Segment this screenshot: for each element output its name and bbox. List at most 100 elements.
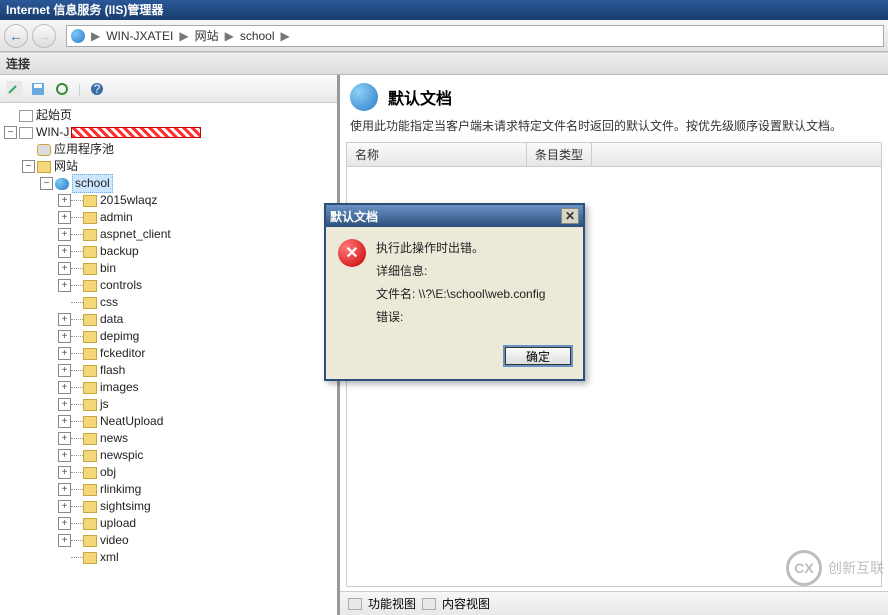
tree-folder-label: xml [100,549,119,566]
tree-folder-upload[interactable]: +upload [2,515,335,532]
expand-icon[interactable]: + [58,466,71,479]
expand-icon[interactable]: + [58,449,71,462]
window-titlebar: Internet 信息服务 (IIS)管理器 [0,0,888,20]
dialog-titlebar[interactable]: 默认文档 ✕ [326,205,583,227]
expand-icon[interactable]: + [58,330,71,343]
expand-icon[interactable]: + [58,262,71,275]
expand-icon[interactable]: + [58,415,71,428]
page-icon [19,110,33,122]
redacted-hostname [71,127,201,138]
tree-folder-rlinkimg[interactable]: + rlinkimg [2,481,335,498]
forward-button[interactable]: → [32,24,56,48]
tree-folder-sightsimg[interactable]: +sightsimg [2,498,335,515]
close-icon: ✕ [565,209,575,223]
tree-folder-obj[interactable]: +obj [2,464,335,481]
folder-icon [83,467,97,479]
folder-icon [83,382,97,394]
folder-icon [83,297,97,309]
expand-icon[interactable]: + [58,534,71,547]
folder-icon [83,484,97,496]
tree-folder-2015wlaqz[interactable]: +2015wlaqz [2,192,335,209]
folder-icon [83,195,97,207]
expand-icon[interactable]: + [58,432,71,445]
tree-folder-bin[interactable]: +bin [2,260,335,277]
tree-host[interactable]: WIN-J [36,124,69,141]
expand-icon[interactable]: + [58,228,71,241]
tree-folder-backup[interactable]: +backup [2,243,335,260]
tree-folder-NeatUpload[interactable]: +NeatUpload [2,413,335,430]
tree-folder-label: newspic [100,447,143,464]
expand-icon[interactable]: + [58,381,71,394]
page-title: 默认文档 [388,85,452,109]
tree-folder-video[interactable]: +video [2,532,335,549]
nav-toolbar: ← → ▶ WIN-JXATEI ▶ 网站 ▶ school ▶ [0,20,888,52]
col-name[interactable]: 名称 [347,143,527,166]
watermark-text: 创新互联 [828,558,884,578]
tree-folder-css[interactable]: css [2,294,335,311]
connect-icon[interactable] [6,81,22,97]
tree-folder-label: fckeditor [100,345,145,362]
collapse-icon[interactable]: − [40,177,53,190]
expand-icon[interactable]: + [58,313,71,326]
breadcrumb-app[interactable]: school [240,29,275,43]
apppool-icon [37,144,51,156]
breadcrumb-sites[interactable]: 网站 [195,27,219,44]
tree-folder-news[interactable]: +news [2,430,335,447]
tree-folder-flash[interactable]: + flash [2,362,335,379]
breadcrumb-host[interactable]: WIN-JXATEI [106,29,173,43]
folder-icon [83,331,97,343]
folder-icon [83,280,97,292]
expand-icon[interactable]: + [58,483,71,496]
tree-folder-images[interactable]: +images [2,379,335,396]
collapse-icon[interactable]: − [4,126,17,139]
tree-folder-label: rlinkimg [100,481,141,498]
tree-sites[interactable]: 网站 [54,158,78,175]
expand-icon[interactable]: + [58,211,71,224]
tree-app-pools[interactable]: 应用程序池 [54,141,114,158]
expand-icon[interactable]: + [58,245,71,258]
ok-button[interactable]: 确定 [503,345,573,367]
connections-toolbar: | ? [0,75,337,103]
expand-icon[interactable]: + [58,364,71,377]
folder-icon [83,501,97,513]
back-button[interactable]: ← [4,24,28,48]
folder-icon [83,518,97,530]
expand-icon[interactable]: + [58,500,71,513]
tree-folder-controls[interactable]: +controls [2,277,335,294]
tree-start-page[interactable]: 起始页 [36,107,72,124]
collapse-icon[interactable]: − [22,160,35,173]
tree-folder-js[interactable]: + js [2,396,335,413]
tree-site-school[interactable]: school [72,174,113,193]
col-entry-type[interactable]: 条目类型 [527,143,592,166]
dialog-close-button[interactable]: ✕ [561,208,579,224]
tree-folder-data[interactable]: +data [2,311,335,328]
site-icon [55,178,69,190]
help-icon[interactable]: ? [89,81,105,97]
folder-icon [83,314,97,326]
error-icon: ✕ [338,239,366,267]
folder-icon [83,399,97,411]
refresh-icon[interactable] [54,81,70,97]
expand-icon[interactable]: + [58,279,71,292]
expand-icon[interactable]: + [58,347,71,360]
connections-panel-label: 连接 [0,52,888,75]
connections-tree[interactable]: 起始页 −WIN-J 应用程序池 −网站 −school +2015wlaqz+… [0,103,337,615]
folder-icon [83,416,97,428]
dialog-title: 默认文档 [330,208,378,225]
tree-folder-admin[interactable]: +admin [2,209,335,226]
tree-folder-aspnet_client[interactable]: +aspnet_client [2,226,335,243]
tree-folder-label: js [100,396,109,413]
tree-folder-depimg[interactable]: +depimg [2,328,335,345]
tree-folder-newspic[interactable]: + newspic [2,447,335,464]
expand-icon[interactable]: + [58,517,71,530]
expand-icon[interactable]: + [58,194,71,207]
folder-icon [83,212,97,224]
tree-folder-label: flash [100,362,125,379]
breadcrumb-sep: ▶ [225,29,234,43]
expand-icon[interactable]: + [58,398,71,411]
breadcrumb[interactable]: ▶ WIN-JXATEI ▶ 网站 ▶ school ▶ [66,25,884,47]
default-document-icon [350,83,378,111]
tree-folder-fckeditor[interactable]: + fckeditor [2,345,335,362]
save-icon[interactable] [30,81,46,97]
tree-folder-xml[interactable]: xml [2,549,335,566]
